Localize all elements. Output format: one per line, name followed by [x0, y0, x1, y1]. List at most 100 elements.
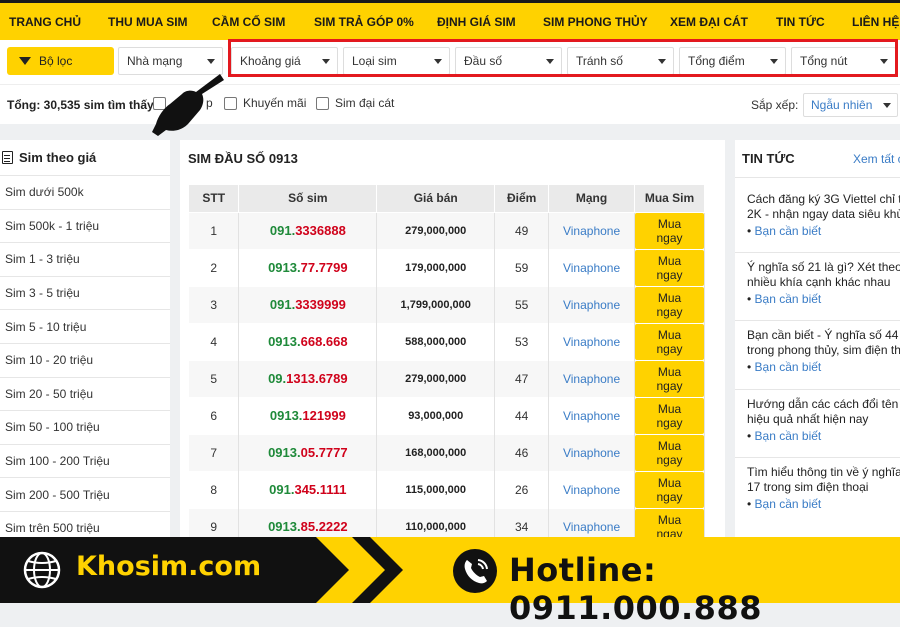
news-item-category[interactable]: Bạn cần biết — [747, 292, 900, 307]
buy-now-button[interactable]: Mua ngay — [635, 434, 704, 471]
row-stt: 7 — [189, 433, 240, 471]
nav-installment-sim[interactable]: SIM TRẢ GÓP 0% — [314, 15, 414, 29]
news-panel: TIN TỨC Xem tất c Cách đăng ký 3G Viette… — [735, 140, 900, 540]
prefix-select[interactable]: Đầu số — [455, 47, 562, 75]
sidebar-item[interactable]: Sim 1 - 3 triệu — [0, 243, 170, 277]
chevron-down-icon — [770, 59, 778, 64]
sidebar-item[interactable]: Sim 200 - 500 Triệu — [0, 478, 170, 512]
avoid-number-select[interactable]: Tránh số — [567, 47, 674, 75]
buy-now-button[interactable]: Mua ngay — [635, 212, 704, 249]
buy-now-button[interactable]: Mua ngay — [635, 360, 704, 397]
sidebar-item[interactable]: Sim 10 - 20 triệu — [0, 344, 170, 378]
sim-points: 47 — [494, 359, 550, 397]
sidebar-item[interactable]: Sim 20 - 50 triệu — [0, 378, 170, 412]
sim-number-suffix: 668.668 — [300, 334, 348, 349]
buy-now-button[interactable]: Mua ngay — [635, 286, 704, 323]
sim-price: 93,000,000 — [376, 396, 496, 434]
news-item[interactable]: Hướng dẫn các cách đổi tên wi hiệu quả nh… — [747, 397, 900, 444]
news-item[interactable]: Cách đăng ký 3G Viettel chỉ từ 2K - nhận … — [747, 192, 900, 239]
sidebar-item[interactable]: Sim 500k - 1 triệu — [0, 210, 170, 244]
chevron-down-icon — [207, 59, 215, 64]
news-item-category[interactable]: Bạn cần biết — [747, 224, 900, 239]
sidebar-header: Sim theo giá — [0, 140, 170, 176]
pointing-hand-icon — [152, 74, 224, 136]
checkbox-label: Sim đại cát — [335, 96, 395, 110]
sidebar-item[interactable]: Sim dưới 500k — [0, 176, 170, 210]
price-range-label: Khoảng giá — [240, 54, 301, 68]
buy-cell: Mua ngay — [634, 285, 705, 323]
news-item-category[interactable]: Bạn cần biết — [747, 429, 900, 444]
sim-network: Vinaphone — [548, 359, 636, 397]
sidebar-item[interactable]: Sim 3 - 5 triệu — [0, 277, 170, 311]
sim-number-suffix: 85.2222 — [300, 519, 348, 534]
sim-number[interactable]: 09.1313.6789 — [238, 359, 378, 397]
nav-contact[interactable]: LIÊN HỆ — [852, 15, 899, 29]
sim-number-suffix: 77.7799 — [300, 260, 348, 275]
price-range-select[interactable]: Khoảng giá — [231, 47, 338, 75]
news-item[interactable]: Ý nghĩa số 21 là gì? Xét theo nhiều khía … — [747, 260, 900, 307]
sim-number[interactable]: 0913.05.7777 — [238, 433, 378, 471]
checkbox-dai-cat[interactable]: Sim đại cát — [316, 96, 394, 110]
news-title: TIN TỨC — [742, 151, 795, 166]
sim-points: 44 — [494, 396, 550, 434]
checkbox-promotion[interactable]: Khuyến mãi — [224, 96, 306, 110]
sim-number[interactable]: 091.3339999 — [238, 285, 378, 323]
chevron-down-icon — [658, 59, 666, 64]
news-item-title-line: trong phong thủy, sim điện thoại — [747, 343, 900, 357]
total-buttons-label: Tổng nút — [800, 54, 848, 68]
nav-valuation[interactable]: ĐỊNH GIÁ SIM — [437, 15, 516, 29]
sidebar-item[interactable]: Sim 5 - 10 triệu — [0, 310, 170, 344]
sort-select[interactable]: Ngẫu nhiên — [803, 93, 898, 117]
sim-number-prefix: 09. — [268, 371, 287, 386]
nav-home[interactable]: TRANG CHỦ — [9, 15, 81, 29]
buy-now-button[interactable]: Mua ngay — [635, 249, 704, 286]
news-item-title-line: hiệu quả nhất hiện nay — [747, 412, 869, 426]
sim-type-select[interactable]: Loại sim — [343, 47, 450, 75]
results-summary: Tổng: 30,535 sim tìm thấy p Khuyến mãi S… — [0, 84, 900, 124]
sim-points: 46 — [494, 433, 550, 471]
news-item[interactable]: Bạn cần biết - Ý nghĩa số 44 trong phong … — [747, 328, 900, 375]
sim-price: 168,000,000 — [376, 433, 496, 471]
sim-number[interactable]: 0913.77.7799 — [238, 248, 378, 286]
sort-label: Sắp xếp: — [751, 98, 799, 112]
price-sidebar: Sim theo giá Sim dưới 500k Sim 500k - 1 t… — [0, 140, 170, 546]
nav-fengshui-sim[interactable]: SIM PHONG THỦY — [543, 15, 648, 29]
table-row: 3 091.3339999 1,799,000,000 55 Vinaphone Mua … — [189, 285, 705, 323]
filter-button[interactable]: Bộ lọc — [7, 47, 114, 75]
nav-pawn-sim[interactable]: CẦM CỐ SIM — [212, 15, 285, 29]
news-see-all-link[interactable]: Xem tất c — [853, 152, 900, 166]
sim-network: Vinaphone — [548, 248, 636, 286]
buy-now-button[interactable]: Mua ngay — [635, 323, 704, 360]
sim-number[interactable]: 0913.668.668 — [238, 322, 378, 360]
row-stt: 8 — [189, 470, 240, 508]
nav-buy-sim[interactable]: THU MUA SIM — [108, 15, 188, 29]
row-stt: 1 — [189, 211, 240, 249]
table-row: 5 09.1313.6789 279,000,000 47 Vinaphone Mua n… — [189, 359, 705, 397]
sim-number-suffix: 1313.6789 — [286, 371, 348, 386]
chevron-down-icon — [546, 59, 554, 64]
news-item-category[interactable]: Bạn cần biết — [747, 360, 900, 375]
nav-news[interactable]: TIN TỨC — [776, 15, 825, 29]
total-points-select[interactable]: Tổng điểm — [679, 47, 786, 75]
news-item-category[interactable]: Bạn cần biết — [747, 497, 900, 512]
sidebar-item[interactable]: Sim 50 - 100 triệu — [0, 411, 170, 445]
header-points: Điểm — [494, 185, 550, 212]
sidebar-item[interactable]: Sim 100 - 200 Triệu — [0, 445, 170, 479]
sim-number[interactable]: 0913.121999 — [238, 396, 378, 434]
brand-name: Khosim.com — [76, 551, 262, 582]
hotline-text[interactable]: Hotline: 0911.000.888 — [509, 551, 900, 627]
buy-now-button[interactable]: Mua ngay — [635, 471, 704, 508]
chevron-decoration-icon — [316, 537, 403, 603]
table-row: 8 091.345.1111 115,000,000 26 Vinaphone Mua n… — [189, 470, 705, 508]
row-stt: 2 — [189, 248, 240, 286]
buy-now-button[interactable]: Mua ngay — [635, 397, 704, 434]
header-sim-number: Số sim — [238, 185, 378, 212]
total-buttons-select[interactable]: Tổng nút — [791, 47, 896, 75]
nav-dai-cat[interactable]: XEM ĐẠI CÁT — [670, 15, 748, 29]
sim-number[interactable]: 091.3336888 — [238, 211, 378, 249]
sim-network: Vinaphone — [548, 470, 636, 508]
sim-number-suffix: 05.7777 — [300, 445, 348, 460]
checkbox-label: Khuyến mãi — [243, 96, 307, 110]
sim-number[interactable]: 091.345.1111 — [238, 470, 378, 508]
news-item[interactable]: Tìm hiểu thông tin về ý nghĩa số17 trong… — [747, 465, 900, 512]
